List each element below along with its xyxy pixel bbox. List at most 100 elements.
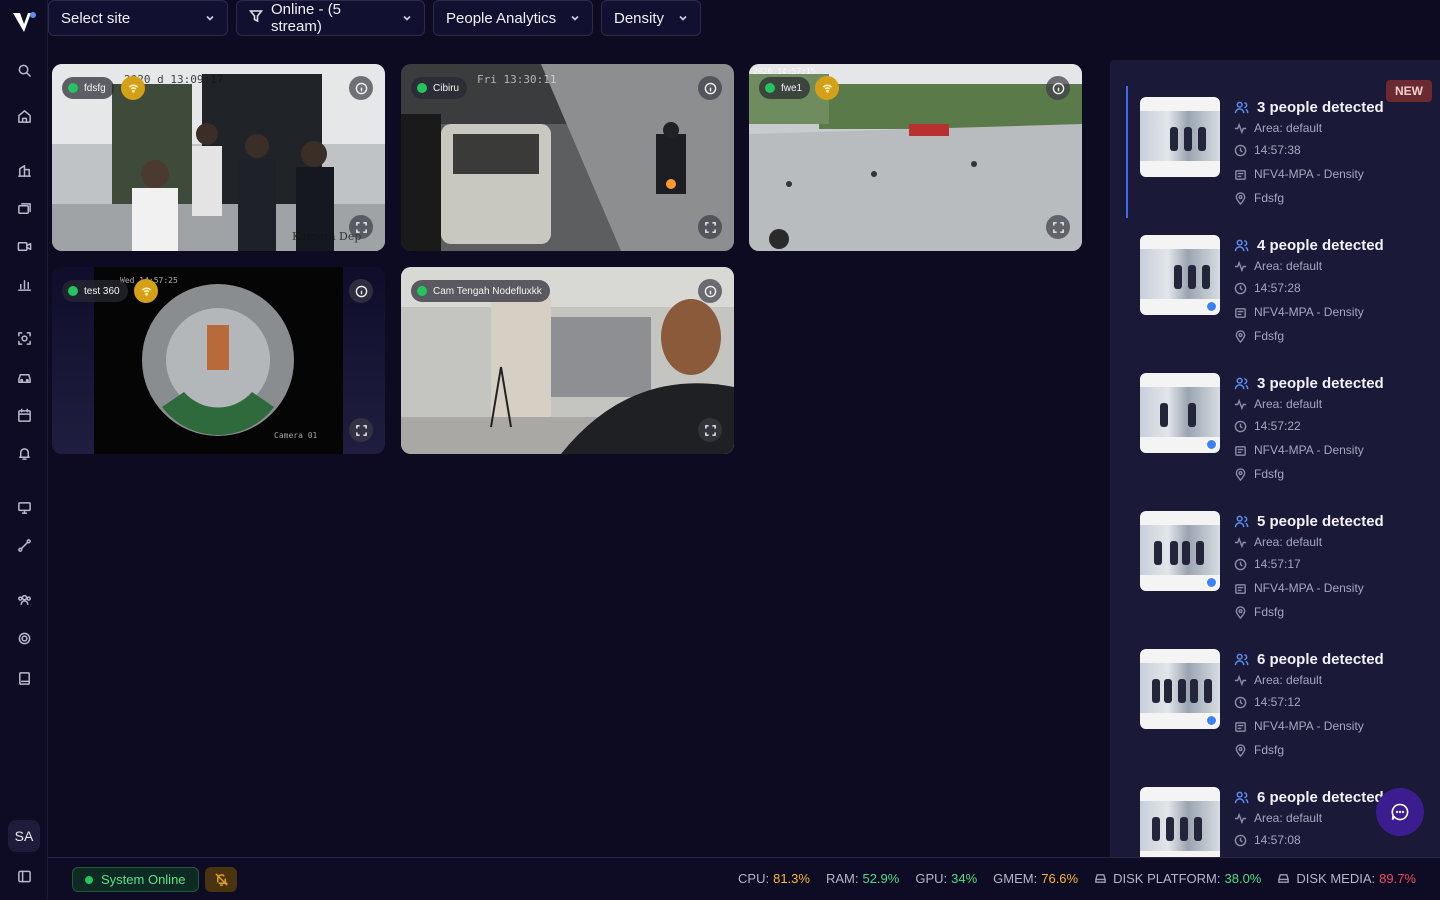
site-select-label: Select site (61, 9, 131, 27)
bell-icon[interactable] (14, 443, 34, 463)
location-pin-icon (1235, 467, 1246, 481)
event-thumbnail[interactable] (1140, 649, 1220, 729)
camera-watermark: Camera 01 (274, 431, 318, 440)
wifi-alert-icon (134, 279, 158, 303)
monitor-icon[interactable] (14, 497, 34, 517)
activity-icon (1234, 536, 1247, 548)
event-area: Area: default (1254, 673, 1323, 687)
mode-select-label: Density (614, 9, 665, 27)
camera-tile[interactable]: 2026 14:57:15 fwe1 (749, 64, 1082, 251)
event-title: 3 people detected (1257, 99, 1384, 116)
calendar-icon[interactable] (14, 405, 34, 425)
online-status-dot (68, 286, 78, 296)
stream-filter-select[interactable]: Online - (5 stream) (236, 0, 425, 36)
camera-tile[interactable]: Cam Tengah Nodefluxkk (401, 267, 734, 454)
camera-tile[interactable]: Wed 14:57:25 Camera 01 test 360 (52, 267, 385, 454)
event-item[interactable]: 3 people detected Area: default 14:57:22… (1140, 373, 1430, 503)
app-logo[interactable] (11, 10, 37, 34)
location-pin-icon (1235, 191, 1246, 205)
stream-filter-label: Online - (5 stream) (271, 1, 342, 35)
event-thumbnail[interactable] (1140, 97, 1220, 177)
camera-tile[interactable]: 2020 d 13:09:17 Kamera Dep fdsfg (52, 64, 385, 251)
camera-expand-button[interactable] (698, 418, 722, 442)
camera-icon[interactable] (14, 236, 34, 256)
event-thumbnail[interactable] (1140, 511, 1220, 591)
camera-info-button[interactable] (698, 279, 722, 303)
camera-tile[interactable]: Fri 13:30:11 Cibiru (401, 64, 734, 251)
event-thumbnail[interactable] (1140, 235, 1220, 315)
device-icon (1235, 721, 1246, 732)
user-avatar[interactable]: SA (8, 820, 40, 852)
online-status-dot (85, 875, 93, 884)
device-icon (1235, 307, 1246, 318)
camera-info-button[interactable] (349, 76, 373, 100)
top-toolbar: Select site Online - (5 stream) People A… (48, 0, 701, 36)
camera-name-badge: Cibiru (411, 77, 468, 99)
location-pin-icon (1235, 743, 1246, 757)
event-thumbnail[interactable] (1140, 787, 1220, 857)
ai-tag-icon (1206, 715, 1217, 726)
event-item[interactable]: 4 people detected Area: default 14:57:28… (1140, 235, 1430, 365)
event-area: Area: default (1254, 121, 1323, 135)
building-icon[interactable] (14, 160, 34, 180)
event-time: 14:57:38 (1254, 143, 1301, 157)
camera-timestamp: Fri 13:30:11 (477, 73, 557, 86)
event-title: 3 people detected (1257, 375, 1384, 392)
camera-name: fdsfg (84, 82, 106, 94)
camera-name: test 360 (84, 285, 120, 297)
event-title: 5 people detected (1257, 513, 1384, 530)
camera-info-button[interactable] (1046, 76, 1070, 100)
online-status-dot (765, 83, 775, 93)
event-location: Fdsfg (1254, 605, 1285, 619)
camera-expand-button[interactable] (698, 215, 722, 239)
clock-icon (1234, 282, 1247, 294)
site-select[interactable]: Select site (48, 0, 228, 36)
camera-name: Cibiru (433, 82, 460, 94)
users-icon[interactable] (14, 589, 34, 609)
chevron-down-icon (558, 10, 580, 27)
event-title: 6 people detected (1257, 651, 1384, 668)
search-icon[interactable] (14, 60, 34, 80)
face-scan-icon[interactable] (14, 328, 34, 348)
event-area: Area: default (1254, 397, 1323, 411)
event-time: 14:57:12 (1254, 695, 1301, 709)
disk-icon (1095, 874, 1106, 883)
route-icon[interactable] (14, 535, 34, 555)
clock-icon (1234, 696, 1247, 708)
event-area: Area: default (1254, 535, 1323, 549)
chevron-down-icon (666, 10, 688, 27)
event-thumbnail[interactable] (1140, 373, 1220, 453)
disk-media-metric: DISK MEDIA: 89.7% (1277, 871, 1416, 886)
mode-select[interactable]: Density (601, 0, 701, 36)
event-area: Area: default (1254, 811, 1323, 825)
clock-icon (1234, 558, 1247, 570)
panel-toggle-icon[interactable] (14, 866, 34, 886)
bar-chart-icon[interactable] (14, 274, 34, 294)
location-pin-icon (1235, 605, 1246, 619)
settings-icon[interactable] (14, 628, 34, 648)
device-icon (1235, 583, 1246, 594)
camera-info-button[interactable] (349, 279, 373, 303)
event-item[interactable]: 5 people detected Area: default 14:57:17… (1140, 511, 1430, 641)
camera-info-button[interactable] (698, 76, 722, 100)
chat-button[interactable] (1376, 788, 1424, 836)
users-icon (1234, 239, 1249, 252)
status-bar: System Online CPU: 81.3% RAM: 52.9% GPU: 34… (48, 857, 1440, 900)
users-icon (1234, 791, 1249, 804)
camera-expand-button[interactable] (1046, 215, 1070, 239)
camera-expand-button[interactable] (349, 418, 373, 442)
chat-bubble-icon (1391, 803, 1409, 821)
chevron-down-icon (193, 10, 215, 27)
analytics-select[interactable]: People Analytics (433, 0, 593, 36)
book-icon[interactable] (14, 668, 34, 688)
layers-icon[interactable] (14, 198, 34, 218)
car-icon[interactable] (14, 367, 34, 387)
mute-notifications-button[interactable] (205, 867, 237, 892)
event-device: NFV4-MPA - Density (1254, 167, 1364, 181)
event-item[interactable]: 3 people detected Area: default 14:57:38… (1140, 97, 1430, 227)
events-panel: NEW 3 people detected Area: default 14:5… (1110, 60, 1440, 857)
event-item[interactable]: 6 people detected Area: default 14:57:12… (1140, 649, 1430, 779)
camera-expand-button[interactable] (349, 215, 373, 239)
home-icon[interactable] (14, 106, 34, 126)
chevron-down-icon (390, 10, 412, 27)
